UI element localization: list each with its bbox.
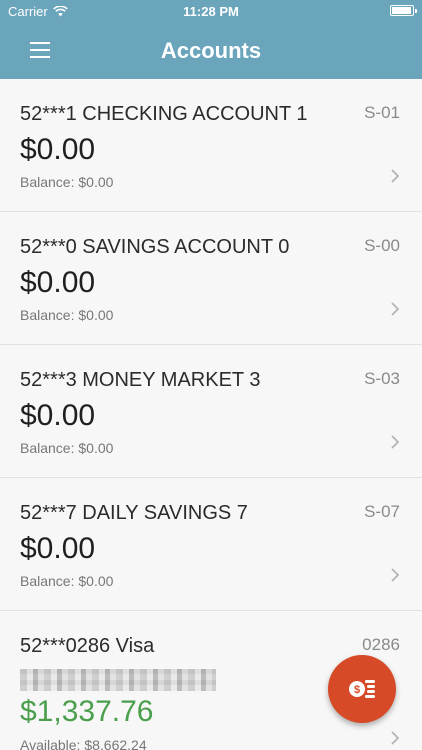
account-row-checking[interactable]: 52***1 CHECKING ACCOUNT 1 S-01 $0.00 Bal…	[0, 79, 422, 212]
account-row-savings[interactable]: 52***0 SAVINGS ACCOUNT 0 S-00 $0.00 Bala…	[0, 212, 422, 345]
account-row-daily-savings[interactable]: 52***7 DAILY SAVINGS 7 S-07 $0.00 Balanc…	[0, 478, 422, 611]
available-balance: Available: $8,662.24	[20, 737, 147, 750]
battery-fill	[392, 7, 411, 14]
chevron-right-icon	[391, 435, 400, 449]
account-code: 0286	[362, 635, 400, 654]
account-code: S-03	[364, 369, 400, 388]
accounts-list: 52***1 CHECKING ACCOUNT 1 S-01 $0.00 Bal…	[0, 79, 422, 750]
account-name: 52***1 CHECKING ACCOUNT 1	[20, 103, 308, 125]
account-balance: Balance: $0.00	[20, 440, 114, 456]
navigation-header: Carrier 11:28 PM Accounts	[0, 0, 422, 79]
transfer-money-button[interactable]: $	[328, 655, 396, 723]
account-name: 52***0 SAVINGS ACCOUNT 0	[20, 236, 290, 258]
chevron-right-icon	[391, 568, 400, 582]
account-amount: $0.00	[20, 133, 96, 166]
chevron-right-icon	[391, 731, 400, 745]
account-code: S-00	[364, 236, 400, 255]
app-screen: Carrier 11:28 PM Accounts 52***1 CHECKIN…	[0, 0, 422, 750]
chevron-right-icon	[391, 169, 400, 183]
account-amount: $0.00	[20, 399, 96, 432]
status-time: 11:28 PM	[183, 4, 239, 19]
account-amount: $0.00	[20, 532, 96, 565]
transfer-money-icon: $	[349, 680, 375, 698]
svg-text:$: $	[354, 684, 360, 696]
account-amount: $0.00	[20, 266, 96, 299]
status-bar: Carrier 11:28 PM	[0, 0, 422, 22]
account-balance: Balance: $0.00	[20, 307, 114, 323]
masked-card-number	[20, 669, 216, 691]
account-balance: Balance: $0.00	[20, 174, 114, 190]
account-name: 52***0286 Visa	[20, 635, 155, 657]
account-name: 52***7 DAILY SAVINGS 7	[20, 502, 248, 524]
chevron-right-icon	[391, 302, 400, 316]
account-code: S-01	[364, 103, 400, 122]
available-amount: $1,337.76	[20, 695, 154, 728]
page-title: Accounts	[160, 38, 262, 63]
account-balance: Balance: $0.00	[20, 573, 114, 589]
account-name: 52***3 MONEY MARKET 3	[20, 369, 261, 391]
account-code: S-07	[364, 502, 400, 521]
battery-icon	[390, 5, 417, 16]
account-row-money-market[interactable]: 52***3 MONEY MARKET 3 S-03 $0.00 Balance…	[0, 345, 422, 478]
